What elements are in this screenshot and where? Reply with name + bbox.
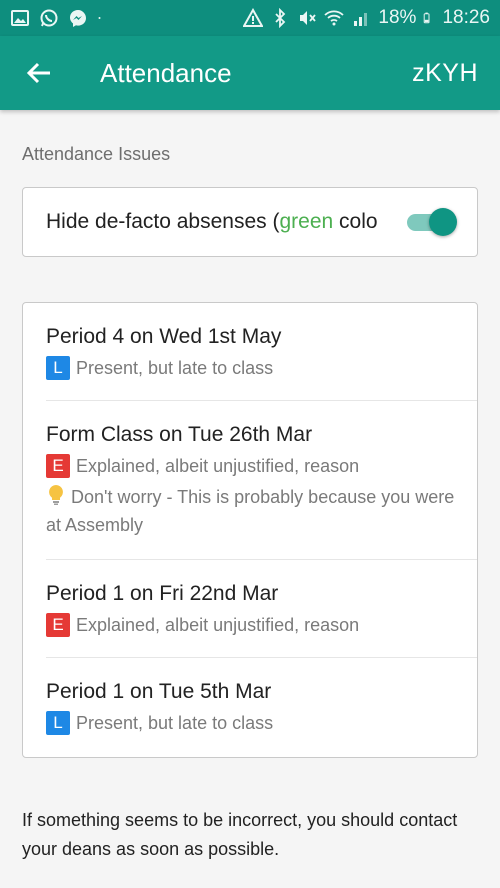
explained-badge: E [46,613,70,637]
list-item[interactable]: Period 4 on Wed 1st May L Present, but l… [46,303,477,401]
main-content: Attendance Issues Hide de-facto absenses… [0,144,500,864]
item-reason-line: E Explained, albeit unjustified, reason [46,454,477,478]
section-heading: Attendance Issues [22,144,171,164]
mute-icon [300,11,317,25]
item-reason: Explained, albeit unjustified, reason [76,455,360,476]
hide-defacto-toggle[interactable] [405,207,457,237]
label-prefix: Hide de-facto absenses ( [46,210,280,233]
dot-icon [98,17,101,19]
item-reason-line: L Present, but late to class [46,711,477,735]
messenger-icon [70,10,86,27]
status-bar: 18% 18:26 [0,0,500,36]
bluetooth-icon [275,8,286,28]
hide-defacto-label: Hide de-facto absenses (green colo [46,210,393,234]
signal-icon [354,13,368,26]
item-reason-line: L Present, but late to class [46,356,477,380]
late-badge: L [46,711,70,735]
label-suffix: colo [333,210,378,233]
battery-percent: 18% [378,7,417,28]
list-item[interactable]: Period 1 on Tue 5th Mar L Present, but l… [46,658,477,757]
label-green: green [279,210,334,233]
item-reason: Present, but late to class [76,712,274,733]
item-reason-line: E Explained, albeit unjustified, reason [46,613,477,637]
item-note: Don't worry - This is probably because y… [46,483,477,539]
notification-icons [10,8,107,28]
late-badge: L [46,356,70,380]
user-code-button[interactable]: zKYH [412,59,478,88]
app-bar: Attendance zKYH [0,36,500,110]
wifi-icon [324,10,345,26]
list-item[interactable]: Form Class on Tue 26th Mar E Explained, … [46,401,477,560]
hide-defacto-setting[interactable]: Hide de-facto absenses (green colo [22,187,478,257]
back-button[interactable] [22,56,56,90]
page-title: Attendance [100,57,232,88]
item-title: Form Class on Tue 26th Mar [46,423,313,446]
item-note-text: Don't worry - This is probably because y… [46,487,455,535]
item-reason: Present, but late to class [76,357,274,378]
gallery-icon [11,10,29,26]
item-title: Period 1 on Tue 5th Mar [46,680,272,703]
lightbulb-icon [49,485,63,505]
system-icons: 18% 18:26 [243,7,490,29]
item-title: Period 4 on Wed 1st May [46,325,282,348]
warning-icon [243,8,264,27]
arrow-left-icon [26,62,50,84]
list-item[interactable]: Period 1 on Fri 22nd Mar E Explained, al… [46,560,477,658]
battery-icon [424,12,430,24]
explained-badge: E [46,454,70,478]
item-title: Period 1 on Fri 22nd Mar [46,582,279,605]
item-reason: Explained, albeit unjustified, reason [76,614,360,635]
clock: 18:26 [442,7,490,28]
attendance-list: Period 4 on Wed 1st May L Present, but l… [22,302,478,758]
footer-notice: If something seems to be incorrect, you … [22,810,458,859]
whatsapp-icon [40,9,58,27]
toggle-thumb [429,208,457,236]
